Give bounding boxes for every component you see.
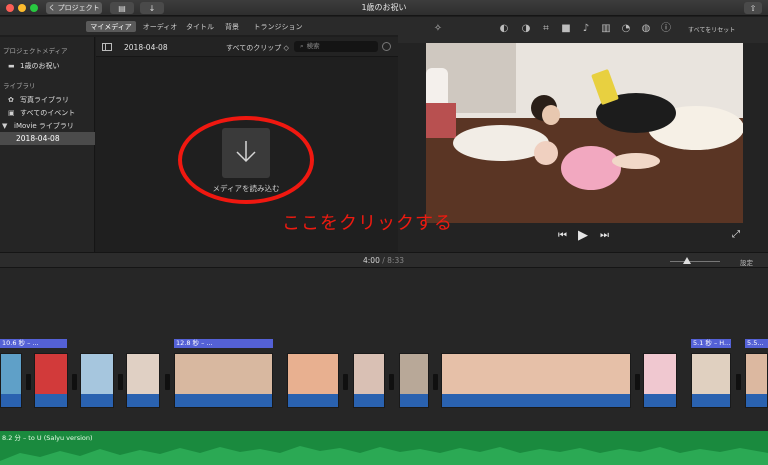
sidebar-item-project[interactable]: ▬ 1歳のお祝い (8, 61, 59, 71)
title-bar: く プロジェクト ▤ ↓ 1歳のお祝い ⇧ (0, 0, 768, 16)
video-clip[interactable] (745, 353, 768, 408)
timeline: 10.6 秒 – ... 12.8 秒 – ... 5.1 秒 – H... 5… (0, 268, 768, 465)
tab-backgrounds[interactable]: 背景 (222, 21, 242, 32)
sidebar-item-all-events[interactable]: ▣ すべてのイベント (8, 108, 75, 118)
sidebar-item-photo-library[interactable]: ✿ 写真ライブラリ (8, 95, 69, 105)
skip-forward-icon[interactable]: ⏭ (600, 230, 609, 241)
play-icon[interactable]: ▶ (578, 228, 588, 243)
background-music-track[interactable]: 8.2 分 – to U (Salyu version) (0, 431, 768, 465)
browser-header: 2018-04-08 すべてのクリップ ◇ ⌕ 検索 (96, 37, 398, 57)
transition-marker[interactable] (26, 374, 31, 390)
timeline-header: 4:00 / 8:33 設定 (0, 252, 768, 268)
video-clip[interactable] (80, 353, 114, 408)
tab-transitions[interactable]: トランジション (250, 21, 306, 32)
video-clip[interactable] (643, 353, 677, 408)
photos-icon: ✿ (8, 95, 14, 104)
current-time: 4:00 (363, 256, 380, 265)
video-clip[interactable] (34, 353, 68, 408)
tab-my-media[interactable]: マイメディア (86, 21, 136, 32)
highlight-circle (178, 116, 314, 204)
transition-marker[interactable] (343, 374, 348, 390)
tab-audio[interactable]: オーディオ (140, 21, 180, 32)
sidebar-item-imovie-library[interactable]: ▼ iMovie ライブラリ (2, 121, 74, 131)
info-icon[interactable]: ⓘ (660, 23, 672, 35)
fullscreen-icon[interactable]: ⤢ (732, 229, 740, 240)
event-date: 2018-04-08 (124, 43, 168, 52)
color-balance-icon[interactable]: ◐ (498, 23, 510, 35)
clip-filter-dropdown[interactable]: すべてのクリップ ◇ (226, 43, 289, 53)
transition-marker[interactable] (72, 374, 77, 390)
clip-duration-label: 5.1 秒 – H... (691, 339, 731, 348)
search-input[interactable]: ⌕ 検索 (294, 41, 378, 52)
video-clip[interactable] (691, 353, 731, 408)
zoom-slider-track[interactable] (670, 261, 720, 262)
color-correction-icon[interactable]: ◑ (520, 23, 532, 35)
transition-marker[interactable] (389, 374, 394, 390)
transition-marker[interactable] (118, 374, 123, 390)
adjustment-toolbar: ✧ ◐ ◑ ⌗ ■ ♪ ▥ ◔ ◍ ⓘ すべてをリセット (398, 17, 768, 43)
sidebar-item-event-selected[interactable]: 2018-04-08 (0, 132, 95, 145)
video-clip[interactable] (353, 353, 385, 408)
speed-icon[interactable]: ◔ (620, 23, 632, 35)
annotation-text: ここをクリックする (282, 213, 453, 234)
transition-marker[interactable] (165, 374, 170, 390)
timeline-settings-button[interactable]: 設定 (740, 257, 753, 267)
video-clip[interactable] (126, 353, 160, 408)
crop-icon[interactable]: ⌗ (540, 23, 552, 35)
total-time: 8:33 (387, 256, 404, 265)
video-clip[interactable] (174, 353, 273, 408)
volume-icon[interactable]: ♪ (580, 23, 592, 35)
search-icon: ⌕ (300, 42, 304, 50)
magic-wand-icon[interactable]: ✧ (432, 23, 444, 35)
reset-all-button[interactable]: すべてをリセット (688, 25, 735, 34)
video-clip[interactable] (441, 353, 631, 408)
window-title: 1歳のお祝い (361, 3, 407, 12)
library-sidebar: プロジェクトメディア ▬ 1歳のお祝い ライブラリ ✿ 写真ライブラリ ▣ すべ… (0, 37, 95, 252)
video-clip[interactable] (0, 353, 22, 408)
stabilization-icon[interactable]: ■ (560, 23, 572, 35)
clip-duration-label: 10.6 秒 – ... (0, 339, 67, 348)
video-clip[interactable] (399, 353, 429, 408)
sidebar-toggle-icon[interactable] (102, 43, 112, 51)
skip-back-icon[interactable]: ⏮ (558, 230, 567, 241)
noise-reduction-icon[interactable]: ▥ (600, 23, 612, 35)
transition-marker[interactable] (736, 374, 741, 390)
video-preview (426, 43, 743, 223)
disclosure-triangle-icon[interactable]: ▼ (2, 122, 10, 130)
music-waveform (0, 446, 768, 465)
film-icon: ▬ (8, 61, 15, 70)
video-preview-image (426, 43, 743, 223)
transition-marker[interactable] (635, 374, 640, 390)
clip-duration-label: 5.5... (745, 339, 768, 348)
timecode: 4:00 / 8:33 (363, 256, 404, 265)
video-clip[interactable] (287, 353, 339, 408)
library-heading: ライブラリ (3, 82, 36, 90)
share-icon[interactable]: ⇧ (744, 2, 762, 14)
project-media-heading: プロジェクトメディア (3, 47, 68, 55)
clip-duration-label: 12.8 秒 – ... (174, 339, 273, 348)
browser-tabs: マイメディア オーディオ タイトル 背景 トランジション (0, 17, 398, 35)
zoom-slider-knob[interactable] (683, 257, 691, 264)
viewer: ⏮ ▶ ⏭ ⤢ (398, 43, 768, 252)
tab-titles[interactable]: タイトル (184, 21, 216, 32)
transition-marker[interactable] (433, 374, 438, 390)
gear-icon[interactable] (382, 42, 391, 51)
clip-filter-icon[interactable]: ◍ (640, 23, 652, 35)
events-icon: ▣ (8, 108, 15, 117)
